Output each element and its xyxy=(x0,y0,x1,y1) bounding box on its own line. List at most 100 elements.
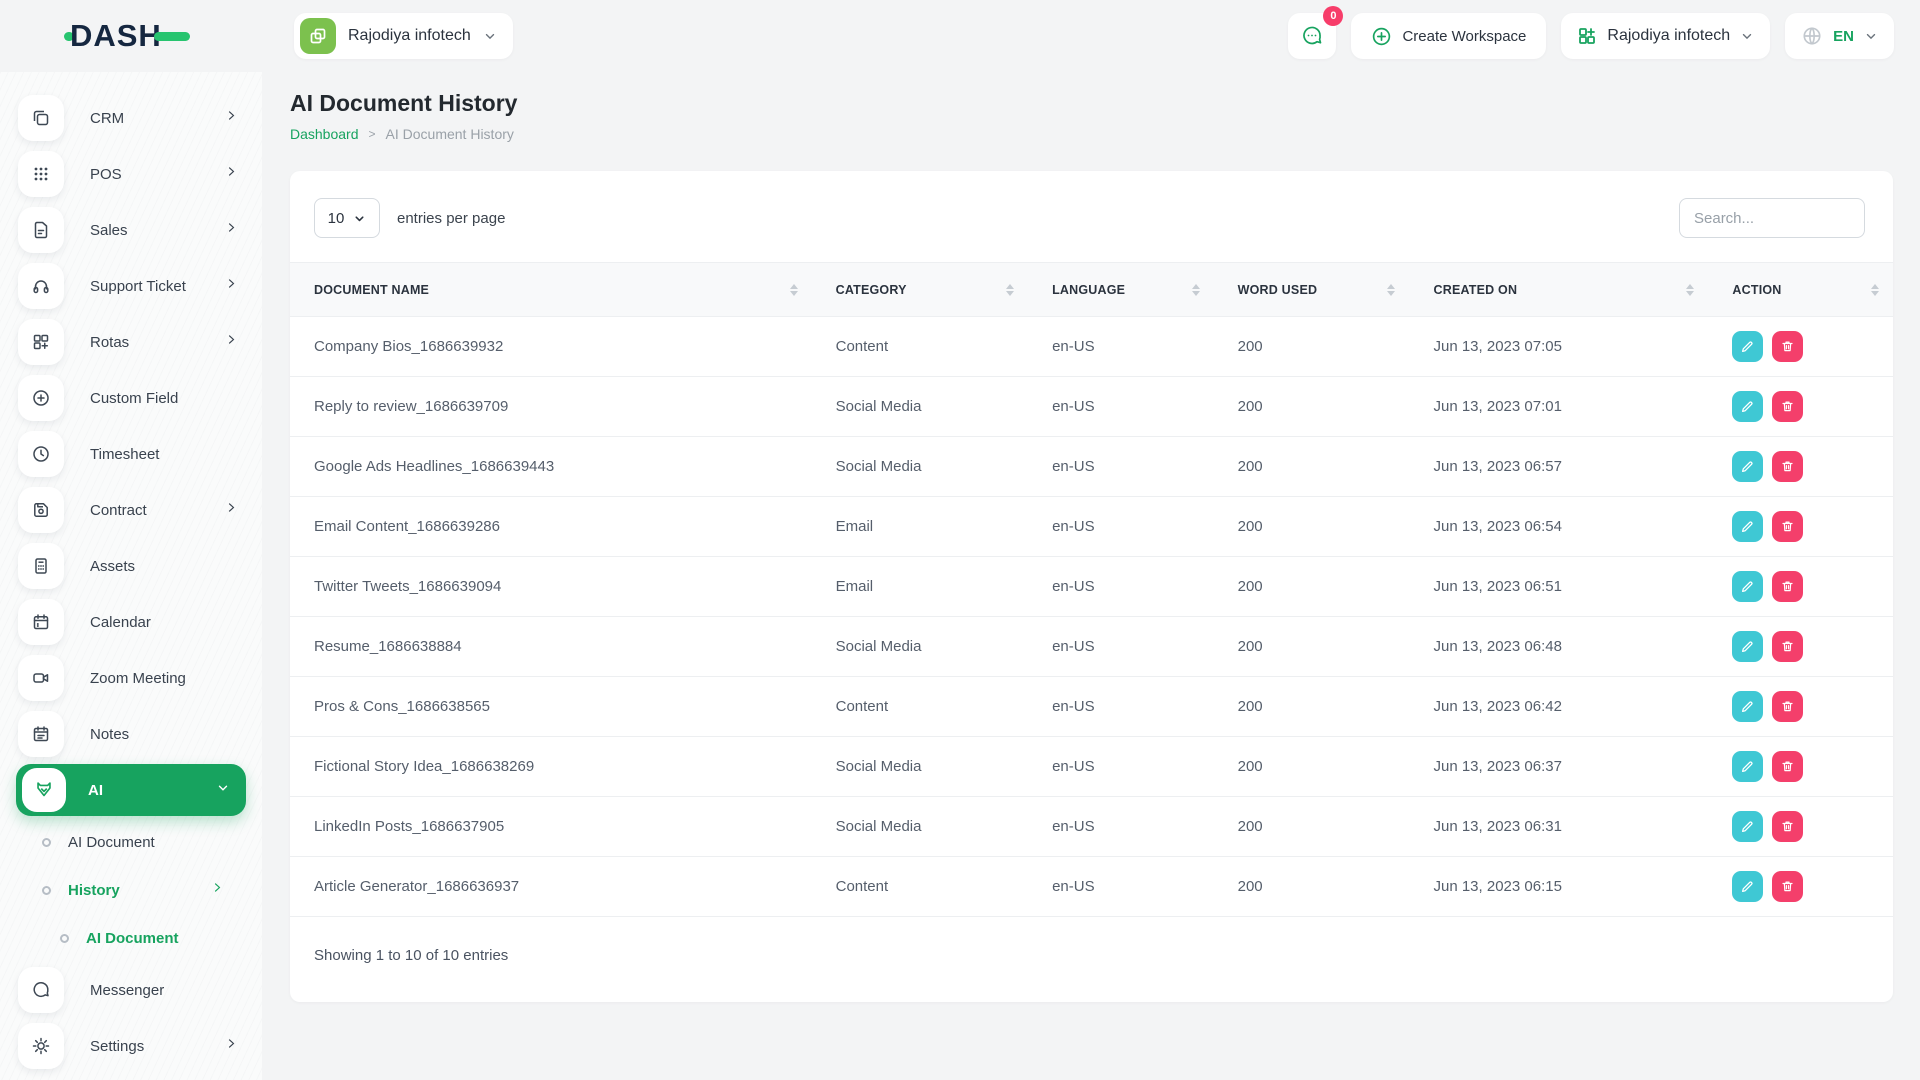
chevron-down-icon xyxy=(1740,29,1754,43)
edit-button[interactable] xyxy=(1732,811,1764,842)
column-header-language[interactable]: LANGUAGE xyxy=(1028,262,1214,317)
chevron-down-icon xyxy=(483,29,497,43)
sidebar-item-notes[interactable]: Notes xyxy=(0,706,262,762)
pencil-icon xyxy=(1742,761,1753,773)
column-header-document-name[interactable]: DOCUMENT NAME xyxy=(290,262,812,317)
sidebar-item-zoom-meeting[interactable]: Zoom Meeting xyxy=(0,650,262,706)
sidebar-item-custom-field[interactable]: Custom Field xyxy=(0,370,262,426)
workspace-switcher[interactable]: Rajodiya infotech xyxy=(294,13,513,59)
edit-button[interactable] xyxy=(1732,871,1764,902)
trash-icon xyxy=(1782,521,1794,532)
edit-button[interactable] xyxy=(1732,751,1764,782)
edit-button[interactable] xyxy=(1732,511,1764,542)
delete-button[interactable] xyxy=(1772,691,1804,722)
sidebar-item-timesheet[interactable]: Timesheet xyxy=(0,426,262,482)
sidebar-item-settings[interactable]: Settings xyxy=(0,1018,262,1074)
chevron-right-icon xyxy=(225,165,238,183)
edit-button[interactable] xyxy=(1732,631,1764,662)
sidebar-item-assets[interactable]: Assets xyxy=(0,538,262,594)
cell-document-name: Company Bios_1686639932 xyxy=(290,316,812,377)
delete-button[interactable] xyxy=(1772,391,1804,422)
sidebar-item-sales[interactable]: Sales xyxy=(0,202,262,258)
edit-button[interactable] xyxy=(1732,691,1764,722)
sidebar-item-contract[interactable]: Contract xyxy=(0,482,262,538)
crm-icon xyxy=(18,95,64,141)
cell-category: Social Media xyxy=(811,376,1029,437)
messages-count-badge: 0 xyxy=(1323,6,1344,26)
cell-actions xyxy=(1708,496,1893,557)
delete-button[interactable] xyxy=(1772,631,1804,662)
column-header-word-used[interactable]: WORD USED xyxy=(1213,262,1410,317)
sidebar-item-crm[interactable]: CRM xyxy=(0,90,262,146)
sidebar-item-calendar[interactable]: Calendar xyxy=(0,594,262,650)
sidebar-subitem-history-ai-document[interactable]: AI Document xyxy=(0,914,262,962)
create-workspace-button[interactable]: Create Workspace xyxy=(1351,13,1547,59)
sidebar-item-messenger[interactable]: Messenger xyxy=(0,962,262,1018)
delete-button[interactable] xyxy=(1772,811,1804,842)
cell-actions xyxy=(1708,736,1893,797)
pencil-icon xyxy=(1742,701,1753,713)
sidebar-item-ai[interactable]: AI xyxy=(16,764,246,816)
sidebar-item-pos[interactable]: POS xyxy=(0,146,262,202)
chevron-right-icon xyxy=(225,1037,238,1055)
table-row: Email Content_1686639286 Email en-US 200 Jun… xyxy=(290,496,1893,557)
edit-button[interactable] xyxy=(1732,331,1764,362)
delete-button[interactable] xyxy=(1772,331,1804,362)
calendar-icon xyxy=(18,599,64,645)
cell-category: Content xyxy=(811,316,1029,377)
cell-language: en-US xyxy=(1028,856,1214,917)
sort-icon xyxy=(1686,283,1695,296)
table-row: Reply to review_1686639709 Social Media en… xyxy=(290,376,1893,437)
brand-logo[interactable]: DASH xyxy=(64,18,190,54)
search-input[interactable] xyxy=(1679,198,1865,238)
language-selector[interactable]: EN xyxy=(1785,13,1894,59)
sidebar-item-support-ticket[interactable]: Support Ticket xyxy=(0,258,262,314)
table-row: Google Ads Headlines_1686639443 Social Me… xyxy=(290,436,1893,497)
edit-button[interactable] xyxy=(1732,451,1764,482)
pencil-icon xyxy=(1742,461,1753,473)
edit-button[interactable] xyxy=(1732,391,1764,422)
column-header-action[interactable]: ACTION xyxy=(1708,262,1893,317)
chevron-down-icon xyxy=(355,215,364,221)
pencil-icon xyxy=(1742,881,1753,893)
cell-word-used: 200 xyxy=(1213,616,1410,677)
cell-document-name: Twitter Tweets_1686639094 xyxy=(290,556,812,617)
ai-fox-icon xyxy=(22,768,66,812)
sort-icon xyxy=(1006,283,1015,296)
messages-button[interactable]: 0 xyxy=(1288,6,1344,59)
column-header-created-on[interactable]: CREATED ON xyxy=(1409,262,1709,317)
delete-button[interactable] xyxy=(1772,571,1804,602)
sidebar-subitem-ai-document[interactable]: AI Document xyxy=(0,818,262,866)
cell-actions xyxy=(1708,316,1893,377)
sidebar-subitem-history[interactable]: History xyxy=(0,866,262,914)
account-menu[interactable]: Rajodiya infotech xyxy=(1561,13,1771,59)
page-size-select[interactable]: 10 xyxy=(314,198,380,238)
sidebar-item-rotas[interactable]: Rotas xyxy=(0,314,262,370)
column-header-category[interactable]: CATEGORY xyxy=(811,262,1029,317)
cell-created-on: Jun 13, 2023 07:01 xyxy=(1409,376,1709,437)
cell-language: en-US xyxy=(1028,436,1214,497)
delete-button[interactable] xyxy=(1772,511,1804,542)
cell-document-name: Reply to review_1686639709 xyxy=(290,376,812,437)
cell-document-name: Pros & Cons_1686638565 xyxy=(290,676,812,737)
gear-icon xyxy=(18,1023,64,1069)
delete-button[interactable] xyxy=(1772,451,1804,482)
cell-word-used: 200 xyxy=(1213,856,1410,917)
table-row: Fictional Story Idea_1686638269 Social Me… xyxy=(290,736,1893,797)
bullet-icon xyxy=(42,885,51,895)
delete-button[interactable] xyxy=(1772,751,1804,782)
language-code: EN xyxy=(1833,27,1854,45)
breadcrumb-dashboard-link[interactable]: Dashboard xyxy=(290,126,359,142)
page-size-value: 10 xyxy=(327,209,345,227)
edit-button[interactable] xyxy=(1732,571,1764,602)
cell-created-on: Jun 13, 2023 06:57 xyxy=(1409,436,1709,497)
cell-language: en-US xyxy=(1028,736,1214,797)
grid-plus-icon xyxy=(18,319,64,365)
table-row: Article Generator_1686636937 Content en-US… xyxy=(290,856,1893,917)
cell-category: Social Media xyxy=(811,796,1029,857)
bullet-icon xyxy=(60,933,69,943)
cell-actions xyxy=(1708,856,1893,917)
table-row: LinkedIn Posts_1686637905 Social Media en-… xyxy=(290,796,1893,857)
delete-button[interactable] xyxy=(1772,871,1804,902)
cell-category: Social Media xyxy=(811,736,1029,797)
